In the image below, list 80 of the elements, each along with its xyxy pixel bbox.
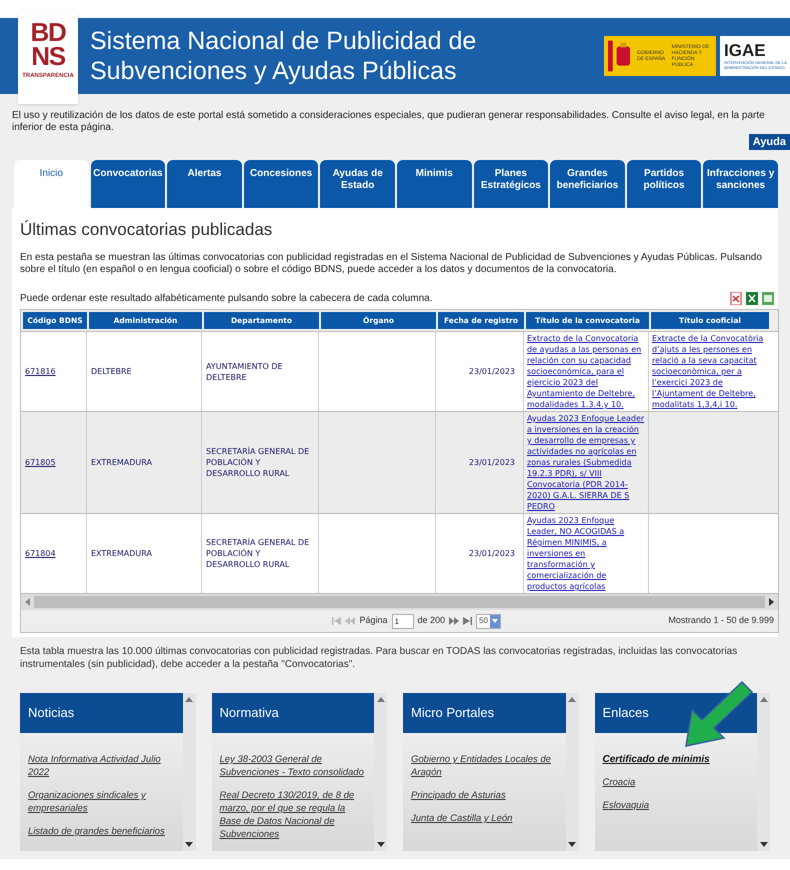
table-footnote: Esta tabla muestra las 10.000 últimas convocatorias con publicidad registradas. Para buscar en TODAS las convocatorias registradas, incluidas las convocatorias instrumentales (sin publicidad), debe acceder a la pestaña "Convocatorias".	[19, 645, 738, 671]
panel-link[interactable]: Gobierno y Entidades Locales de Aragón	[411, 753, 558, 779]
page-field[interactable]: 1	[392, 614, 414, 628]
intro-text: En esta pestaña se muestran las últimas convocatorias con publicidad registradas en el Sistema Nacional de Publicidad de Subvenciones y Ayudas Públicas. Pulsando sobre el título (en español o en lengua cooficial) o sobre el código BDNS, puede acceder a los datos y documentos de la convocatoria.	[20, 252, 763, 276]
panel-link[interactable]: Principado de Asturias	[411, 789, 558, 802]
table-cell-text: SECRETARÍA GENERAL DE POBLACIÓN Y DESARROLLO RURAL	[206, 537, 310, 570]
table-cell: 23/01/2023	[468, 366, 515, 377]
panel-link[interactable]: Certificado de minimis	[602, 753, 749, 766]
scroll-up-icon[interactable]	[185, 697, 193, 702]
panel-link[interactable]: Ley 38-2003 General de Subvenciones - Texto consolidado	[220, 753, 366, 779]
results-summary: Mostrando 1 - 50 de 9.999	[668, 614, 774, 628]
panel-link[interactable]: Real Decreto 130/2019, de 8 de marzo, por el que se regula la Base de Datos Nacional de Subvenciones	[220, 789, 366, 841]
title-link[interactable]: Ayudas 2023 Enfoque Leader, NO ACOGIDAS a Régimen MINIMIS, a inversiones en transformación y comercialización de productos agrícolas	[527, 515, 645, 592]
scroll-up-icon[interactable]	[376, 697, 384, 702]
code-link[interactable]: 671816	[25, 366, 56, 377]
scroll-down-icon[interactable]	[760, 842, 768, 847]
logo-text: BD	[30, 20, 66, 44]
nav-tab[interactable]: Concesiones	[244, 160, 318, 208]
panel-link[interactable]: Junta de Castilla y León	[411, 812, 558, 825]
scroll-up-icon[interactable]	[760, 697, 768, 702]
logo-text: IGAE	[724, 42, 766, 60]
panel-header: Micro Portales	[403, 693, 566, 733]
table-cell: 23/01/2023	[468, 548, 515, 559]
panel-header: Normativa	[212, 693, 374, 733]
code-link[interactable]: 671804	[25, 548, 56, 559]
table-cell: EXTREMADURA	[91, 457, 152, 468]
next-page-icon[interactable]	[449, 617, 460, 625]
table-row[interactable]	[21, 412, 778, 514]
title-link[interactable]: Extracte de la Convocatòria d’ajuts a les persones en relació a la seva capacitat socioeconòmica, per a l’exercici 2023 de l’Ajuntament de Deltebre, modalitats 1,3,4,i 10.	[652, 333, 766, 410]
nav-tab[interactable]: Convocatorias	[90, 160, 166, 208]
coat-of-arms-icon	[608, 40, 633, 72]
scroll-down-icon[interactable]	[376, 842, 384, 847]
panel-link[interactable]: Listado de grandes beneficiarios	[28, 825, 174, 838]
table-row[interactable]	[21, 514, 778, 594]
spreadsheet-icon[interactable]	[746, 292, 758, 305]
pdf-icon[interactable]	[730, 292, 742, 305]
section-title: Últimas convocatorias publicadas	[20, 220, 274, 240]
site-title: Subvenciones y Ayudas Públicas	[90, 56, 458, 86]
site-title: Sistema Nacional de Publicidad de	[90, 26, 476, 56]
table-cell: 23/01/2023	[468, 457, 515, 468]
nav-tab[interactable]: Minimis	[396, 160, 472, 208]
title-link[interactable]: Ayudas 2023 Enfoque Leader a inversiones en la creación y desarrollo de empresas y actividades no agrícolas en zonas rurales (Submedida 19.2.3 PDR), s/ VIII Convocatoria (PDR 2014-2020) G.A.L. SIERRA DE S PEDRO	[527, 413, 645, 512]
legal-notice: El uso y reutilización de los datos de este portal está sometido a consideraciones especiales, que pudieran generar responsabilidades. Consulte el aviso legal, en la parte inferior de esta página.	[12, 110, 766, 134]
table-cell-text: SECRETARÍA GENERAL DE POBLACIÓN Y DESARROLLO RURAL	[206, 446, 310, 479]
scrollbar[interactable]	[757, 693, 770, 851]
table-cell-text: AYUNTAMIENTO DE DELTEBRE	[206, 360, 284, 382]
help-button[interactable]: Ayuda	[748, 134, 790, 150]
per-page-select[interactable]: 50	[476, 614, 501, 628]
table-row[interactable]	[21, 332, 778, 412]
panel-link[interactable]: Croacia	[602, 776, 749, 789]
scroll-up-icon[interactable]	[568, 697, 576, 702]
scrollbar[interactable]	[374, 693, 387, 851]
nav-tab[interactable]: Partidos políticos	[626, 160, 702, 208]
csv-icon[interactable]	[762, 292, 774, 305]
code-link[interactable]: 671805	[25, 457, 56, 468]
panel-link[interactable]: Eslovaquia	[602, 799, 749, 812]
scrollbar[interactable]	[182, 693, 196, 851]
panel-link[interactable]: Nota Informativa Actividad Julio 2022	[28, 753, 174, 779]
last-page-icon[interactable]	[463, 617, 472, 625]
logo-text: NS	[31, 44, 65, 68]
nav-tab[interactable]: Inicio	[14, 160, 89, 208]
sort-hint: Puede ordenar este resultado alfabéticamente pulsando sobre la cabecera de cada columna.	[20, 293, 432, 305]
scroll-down-icon[interactable]	[185, 842, 193, 847]
panel-link[interactable]: Organizaciones sindicales y empresariales	[28, 789, 174, 815]
title-link[interactable]: Extracto de la Convocatoria de ayudas a las personas en relación con su capacidad socioeconómica, para el ejercicio 2023 del Ayuntamiento de Deltebre, modalidades 1.3.4.y 10.	[527, 333, 645, 410]
nav-tab[interactable]: Infracciones y sanciones	[703, 160, 778, 208]
page-label: Página	[359, 614, 388, 628]
nav-tab[interactable]: Planes Estratégicos	[474, 160, 548, 208]
horizontal-scrollbar[interactable]	[21, 594, 778, 610]
scroll-thumb[interactable]	[34, 596, 765, 608]
nav-tab[interactable]: Grandes beneficiarios	[550, 160, 625, 208]
table-cell: DELTEBRE	[91, 366, 132, 377]
dropdown-icon	[492, 619, 498, 623]
nav-tab[interactable]: Alertas	[167, 160, 242, 208]
panel-header: Noticias	[20, 693, 182, 733]
scroll-down-icon[interactable]	[568, 842, 576, 847]
table-cell: EXTREMADURA	[91, 548, 152, 559]
scrollbar[interactable]	[566, 693, 578, 851]
nav-tab[interactable]: Ayudas de Estado	[320, 160, 395, 208]
page-count: de 200	[418, 614, 446, 628]
